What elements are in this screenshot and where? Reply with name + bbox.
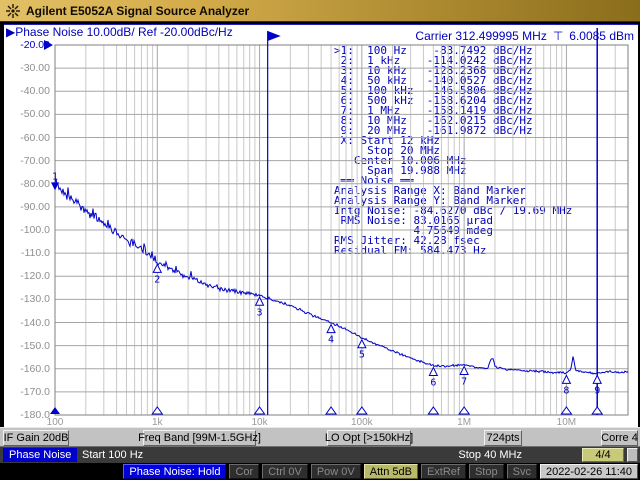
y-tick-label: -170.0 [6,386,50,398]
y-tick-label: -140.0 [6,317,50,329]
title-bar: Agilent E5052A Signal Source Analyzer [0,0,640,22]
y-tick-label: -120.0 [6,270,50,282]
button-stop[interactable]: Stop [469,464,504,479]
softkey-status-bar: Phase Noise: Hold Cor Ctrl 0V Pow 0V Att… [0,463,640,480]
status-points: 724pts [484,430,522,446]
y-tick-label: -110.0 [6,247,50,259]
y-tick-label: -180.0 [6,409,50,421]
trace-scale-label: Phase Noise 10.00dB/ Ref -20.00dBc/Hz [15,25,232,39]
sweep-start-label: Start 100 Hz [82,449,143,461]
status-freq-band: Freq Band [99M-1.5GHz] [143,430,256,446]
y-tick-label: -20.00 [6,39,50,51]
carrier-readout: Carrier 312.499995 MHz ⊤ 6.0085 dBm [415,29,634,43]
y-tick-label: -60.00 [6,132,50,144]
button-svc[interactable]: Svc [507,464,537,479]
y-tick-label: -130.0 [6,293,50,305]
y-tick-label: -80.00 [6,178,50,190]
status-if-gain: IF Gain 20dB [3,430,69,446]
instrument-screen: Agilent E5052A Signal Source Analyzer ▶P… [0,0,640,480]
y-tick-label: -30.00 [6,62,50,74]
button-cor[interactable]: Cor [229,464,259,479]
channel-bar: Phase Noise Start 100 Hz Stop 40 MHz 4/4 [0,447,640,463]
measurement-status-bar: IF Gain 20dB Freq Band [99M-1.5GHz] LO O… [0,427,640,447]
clock: 2022-02-26 11:40 [540,464,638,479]
drag-handle[interactable] [627,448,638,462]
status-correlation: Corre 4 [601,430,638,446]
trace-arrow-icon: ▶ [6,25,15,39]
analysis-readout: >1: 100 Hz -83.7492 dBc/Hz 2: 1 kHz -114… [334,46,572,256]
button-pow-0v[interactable]: Pow 0V [311,464,361,479]
trace-scale-header: ▶Phase Noise 10.00dB/ Ref -20.00dBc/Hz [6,25,233,39]
y-tick-label: -40.00 [6,85,50,97]
y-tick-label: -90.00 [6,201,50,213]
y-tick-label: -160.0 [6,363,50,375]
window-title: Agilent E5052A Signal Source Analyzer [26,4,249,18]
y-tick-label: -50.00 [6,108,50,120]
button-extref[interactable]: ExtRef [421,464,466,479]
sweep-stop-label: Stop 40 MHz [458,449,522,461]
y-tick-label: -100.0 [6,224,50,236]
button-attn-5db[interactable]: Attn 5dB [364,464,418,479]
button-ctrl-0v[interactable]: Ctrl 0V [262,464,308,479]
carrier-level-icon: ⊤ [553,29,563,43]
agilent-spark-icon [6,4,20,18]
page-indicator: 4/4 [582,448,624,462]
carrier-power: 6.0085 dBm [569,29,634,43]
status-lo-opt: LO Opt [>150kHz] [327,430,411,446]
button-phase-noise-hold[interactable]: Phase Noise: Hold [123,464,226,479]
y-tick-label: -70.00 [6,155,50,167]
trace-tab-phase-noise[interactable]: Phase Noise [3,448,77,462]
y-tick-label: -150.0 [6,340,50,352]
carrier-frequency: Carrier 312.499995 MHz [415,29,546,43]
